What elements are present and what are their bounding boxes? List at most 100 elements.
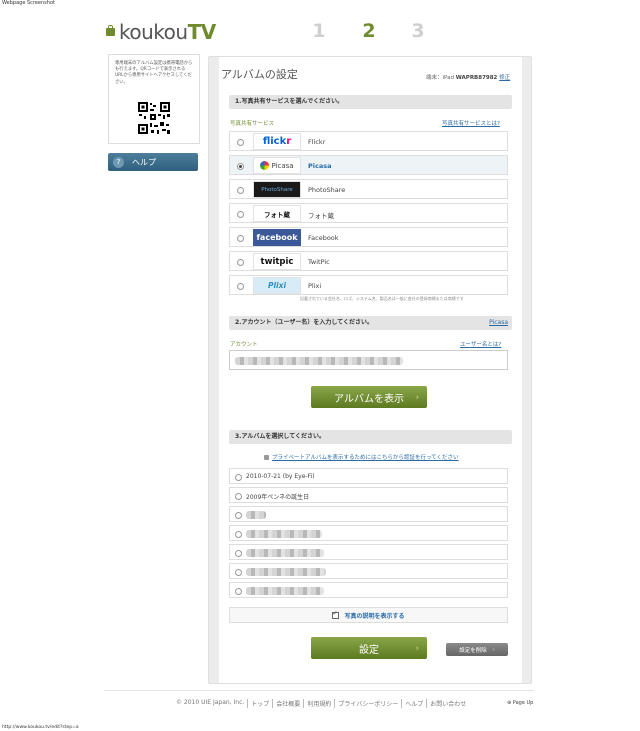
album-row[interactable] bbox=[229, 506, 508, 522]
lock-icon bbox=[264, 454, 269, 460]
twitpic-logo-icon: twitpic bbox=[253, 253, 301, 270]
redacted-album-name bbox=[246, 549, 324, 557]
logo-prefix: koukou bbox=[119, 20, 188, 44]
album-row[interactable]: 2010-07-21 (by Eye-Fi) bbox=[229, 468, 508, 484]
album-row[interactable]: 2009年ペンネの誕生日 bbox=[229, 487, 508, 503]
picasa-logo-icon: Picasa bbox=[253, 157, 301, 174]
album-radio[interactable] bbox=[235, 569, 242, 576]
show-album-button[interactable]: アルバムを表示 › bbox=[311, 386, 427, 408]
service-row-plixi[interactable]: Plixi Plixi bbox=[229, 275, 508, 295]
album-row[interactable] bbox=[229, 582, 508, 598]
picasa-logo-text: Picasa bbox=[271, 161, 294, 170]
section-1-header: 1.写真共有サービスを選んでください。 bbox=[229, 95, 512, 109]
service-name: Flickr bbox=[308, 138, 326, 146]
page-title: アルバムの設定 bbox=[221, 68, 298, 81]
footer-link-terms[interactable]: 利用規約 bbox=[303, 699, 334, 708]
footer-link-help[interactable]: ヘルプ bbox=[401, 699, 426, 708]
service-row-twitpic[interactable]: twitpic TwitPic bbox=[229, 251, 508, 271]
screenshot-caption: Webpage Screenshot bbox=[2, 0, 55, 6]
album-radio[interactable] bbox=[235, 512, 242, 519]
save-settings-button[interactable]: 設定 › bbox=[311, 637, 427, 659]
service-radio[interactable] bbox=[237, 235, 244, 242]
section-3-title: 3.アルバムを選択してください。 bbox=[235, 433, 326, 440]
service-radio[interactable] bbox=[237, 259, 244, 266]
footer-link-company[interactable]: 会社概要 bbox=[272, 699, 303, 708]
service-name: PhotoShare bbox=[308, 186, 346, 194]
album-radio[interactable] bbox=[235, 588, 242, 595]
album-radio[interactable] bbox=[235, 474, 242, 481]
service-row-flickr[interactable]: flick r Flickr bbox=[229, 131, 508, 151]
page-up-link[interactable]: ⊕ Page Up bbox=[507, 700, 533, 706]
username-help-link[interactable]: ユーザー名とは? bbox=[460, 340, 501, 348]
device-info: 端末：iPad WAPRB87982 修正 bbox=[426, 73, 510, 81]
step-1: 1 bbox=[312, 20, 326, 42]
question-icon: ? bbox=[113, 156, 124, 168]
service-radio[interactable] bbox=[237, 187, 244, 194]
redacted-text bbox=[235, 357, 403, 365]
service-radio-selected[interactable] bbox=[237, 163, 244, 170]
facebook-logo-icon: facebook bbox=[253, 229, 301, 246]
redacted-album-name bbox=[246, 587, 324, 595]
service-radio[interactable] bbox=[237, 283, 244, 290]
footer-divider bbox=[104, 690, 534, 691]
show-album-label: アルバムを表示 bbox=[334, 393, 404, 405]
device-prefix: 端末：iPad bbox=[426, 75, 454, 81]
album-name: 2009年ペンネの誕生日 bbox=[246, 494, 310, 501]
chevron-right-icon: › bbox=[492, 646, 495, 653]
private-album-link-text: プライベートアルバムを表示するためにはこちらから認証を行ってください bbox=[272, 455, 459, 461]
private-album-link[interactable]: プライベートアルバムを表示するためにはこちらから認証を行ってください bbox=[264, 453, 459, 461]
checkbox-checked-icon[interactable] bbox=[332, 610, 340, 619]
delete-settings-label: 設定を削除 bbox=[459, 647, 487, 654]
service-label: 写真共有サービス bbox=[230, 121, 275, 127]
save-settings-label: 設定 bbox=[359, 644, 379, 656]
service-name: Picasa bbox=[308, 162, 332, 170]
service-help-link[interactable]: 写真共有サービスとは? bbox=[442, 119, 500, 127]
service-row-facebook[interactable]: facebook Facebook bbox=[229, 227, 508, 247]
footer-link-top[interactable]: トップ bbox=[247, 699, 272, 708]
device-edit-link[interactable]: 修正 bbox=[499, 75, 510, 81]
qr-box: 専用端末のアルバム設定は携帯電話からも行えます。QRコードで表示されるURLから… bbox=[108, 54, 200, 144]
service-radio[interactable] bbox=[237, 139, 244, 146]
service-row-photoshare[interactable]: PhotoShare PhotoShare bbox=[229, 179, 508, 199]
page-up-label: Page Up bbox=[512, 700, 534, 706]
redacted-album-name bbox=[246, 530, 322, 538]
album-row[interactable] bbox=[229, 544, 508, 560]
selected-service-link[interactable]: Picasa bbox=[489, 316, 508, 330]
service-name: フォト蔵 bbox=[308, 212, 334, 220]
section-2-title: 2.アカウント（ユーザー名）を入力してください。 bbox=[235, 319, 373, 326]
logo[interactable]: koukouTV bbox=[106, 20, 216, 44]
logo-text: koukouTV bbox=[119, 20, 216, 44]
screenshot-url-caption: http://www.koukou.tv/edit?step=a bbox=[2, 725, 79, 730]
show-description-checkbox-row[interactable]: 写真の説明を表示する bbox=[229, 607, 508, 623]
album-radio[interactable] bbox=[235, 550, 242, 557]
service-radio[interactable] bbox=[237, 211, 244, 218]
section-3-header: 3.アルバムを選択してください。 bbox=[229, 430, 512, 444]
trademark-disclaimer: 記載されている会社名、ロゴ、システム名、製品名は一般に各社の登録商標または商標で… bbox=[300, 296, 464, 301]
footer-link-privacy[interactable]: プライバシーポリシー bbox=[334, 699, 401, 708]
album-row[interactable] bbox=[229, 525, 508, 541]
fotozou-logo-icon: フォト蔵 bbox=[253, 205, 301, 222]
album-radio[interactable] bbox=[235, 531, 242, 538]
help-button[interactable]: ? ヘルプ bbox=[108, 153, 198, 171]
logo-suffix: TV bbox=[187, 20, 217, 44]
arrow-up-icon: ⊕ bbox=[507, 700, 512, 706]
service-row-picasa[interactable]: Picasa Picasa bbox=[229, 155, 508, 175]
tv-icon bbox=[106, 25, 115, 36]
footer-links: © 2010 UIE Japan, Inc. トップ 会社概要 利用規約 プライ… bbox=[176, 699, 469, 708]
copyright: © 2010 UIE Japan, Inc. bbox=[176, 699, 245, 706]
qr-description: 専用端末のアルバム設定は携帯電話からも行えます。QRコードで表示されるURLから… bbox=[115, 61, 193, 85]
footer-link-contact[interactable]: お問い合わせ bbox=[426, 699, 469, 708]
chevron-right-icon: › bbox=[415, 392, 419, 402]
flickr-logo-icon: flick r bbox=[253, 133, 301, 150]
account-input[interactable] bbox=[229, 350, 508, 370]
service-row-fotozou[interactable]: フォト蔵 フォト蔵 bbox=[229, 203, 508, 223]
album-name: 2010-07-21 (by Eye-Fi) bbox=[246, 473, 315, 480]
album-radio[interactable] bbox=[235, 493, 242, 500]
redacted-album-name bbox=[246, 511, 266, 519]
section-1-title: 1.写真共有サービスを選んでください。 bbox=[235, 98, 344, 105]
service-name: TwitPic bbox=[308, 258, 330, 266]
plixi-logo-icon: Plixi bbox=[253, 277, 301, 294]
album-row[interactable] bbox=[229, 563, 508, 579]
service-name: Facebook bbox=[308, 234, 339, 242]
delete-settings-button[interactable]: 設定を削除 › bbox=[446, 643, 508, 656]
